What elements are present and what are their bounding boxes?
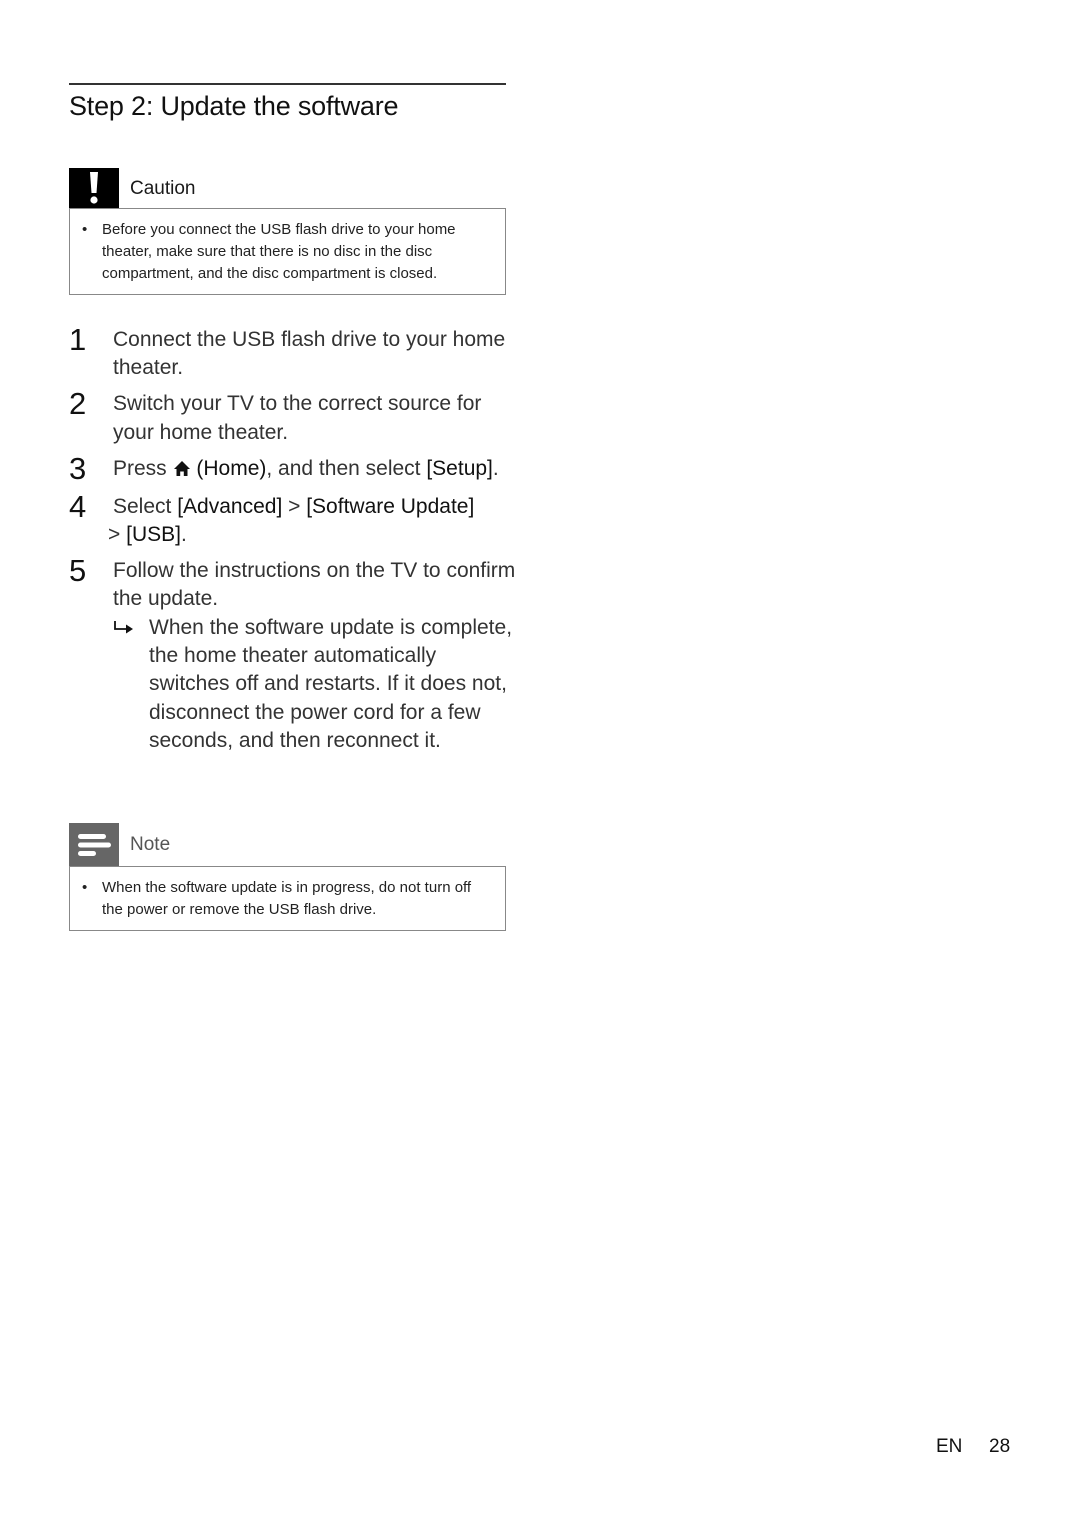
home-label: (Home) bbox=[196, 456, 267, 480]
menu-item-setup: [Setup] bbox=[426, 456, 493, 480]
page-title: Step 2: Update the software bbox=[69, 91, 399, 121]
step-text-prefix: Select bbox=[113, 494, 178, 518]
result-text: When the software update is complete, th… bbox=[149, 615, 513, 753]
path-separator: > bbox=[282, 494, 307, 518]
step-2: 2 Switch your TV to the correct source f… bbox=[69, 386, 519, 447]
step-text: Follow the instructions on the TV to con… bbox=[113, 558, 516, 611]
step-number: 3 bbox=[69, 450, 87, 486]
menu-item-software-update: [Software Update] bbox=[306, 494, 475, 518]
caution-box: • Before you connect the USB flash drive… bbox=[69, 208, 506, 295]
step-3: 3 Press (Home), and then select [Setup]. bbox=[69, 450, 519, 486]
exclamation-icon bbox=[69, 168, 119, 208]
note-label: Note bbox=[130, 834, 171, 855]
step-number: 1 bbox=[69, 322, 87, 357]
step-number: 2 bbox=[69, 386, 87, 422]
result-arrow-icon bbox=[113, 614, 135, 644]
note-text: When the software update is in progress,… bbox=[102, 879, 472, 918]
step-text: Switch your TV to the correct source for… bbox=[113, 392, 482, 444]
step-number: 4 bbox=[69, 488, 87, 524]
footer-language: EN bbox=[936, 1436, 963, 1457]
caution-label: Caution bbox=[130, 178, 196, 199]
title-rule bbox=[69, 83, 506, 85]
footer-page-number: 28 bbox=[989, 1436, 1011, 1457]
step-text-middle: , and then select bbox=[266, 456, 427, 480]
step-number: 5 bbox=[69, 552, 87, 588]
home-icon bbox=[173, 457, 191, 485]
caution-bullet: • Before you connect the USB flash drive… bbox=[70, 219, 505, 285]
menu-item-usb: [USB] bbox=[126, 522, 181, 546]
caution-text: Before you connect the USB flash drive t… bbox=[102, 221, 456, 282]
step-5: 5 Follow the instructions on the TV to c… bbox=[69, 552, 519, 756]
step-text-suffix: . bbox=[180, 522, 187, 546]
step-4: 4 Select [Advanced] > [Software Update] … bbox=[69, 488, 519, 550]
note-box: • When the software update is in progres… bbox=[69, 866, 506, 931]
step-result: When the software update is complete, th… bbox=[113, 614, 519, 756]
step-text-suffix: . bbox=[492, 456, 499, 480]
path-separator: > bbox=[108, 522, 127, 546]
step-text-prefix: Press bbox=[113, 456, 167, 480]
note-bullet: • When the software update is in progres… bbox=[70, 877, 505, 921]
steps-list: 1 Connect the USB flash drive to your ho… bbox=[69, 322, 519, 763]
step-1: 1 Connect the USB flash drive to your ho… bbox=[69, 322, 519, 383]
step-text: Connect the USB flash drive to your home… bbox=[113, 328, 506, 380]
note-lines-icon bbox=[69, 823, 119, 866]
bullet-icon: • bbox=[82, 879, 88, 896]
menu-item-advanced: [Advanced] bbox=[177, 494, 283, 518]
bullet-icon: • bbox=[82, 221, 88, 238]
